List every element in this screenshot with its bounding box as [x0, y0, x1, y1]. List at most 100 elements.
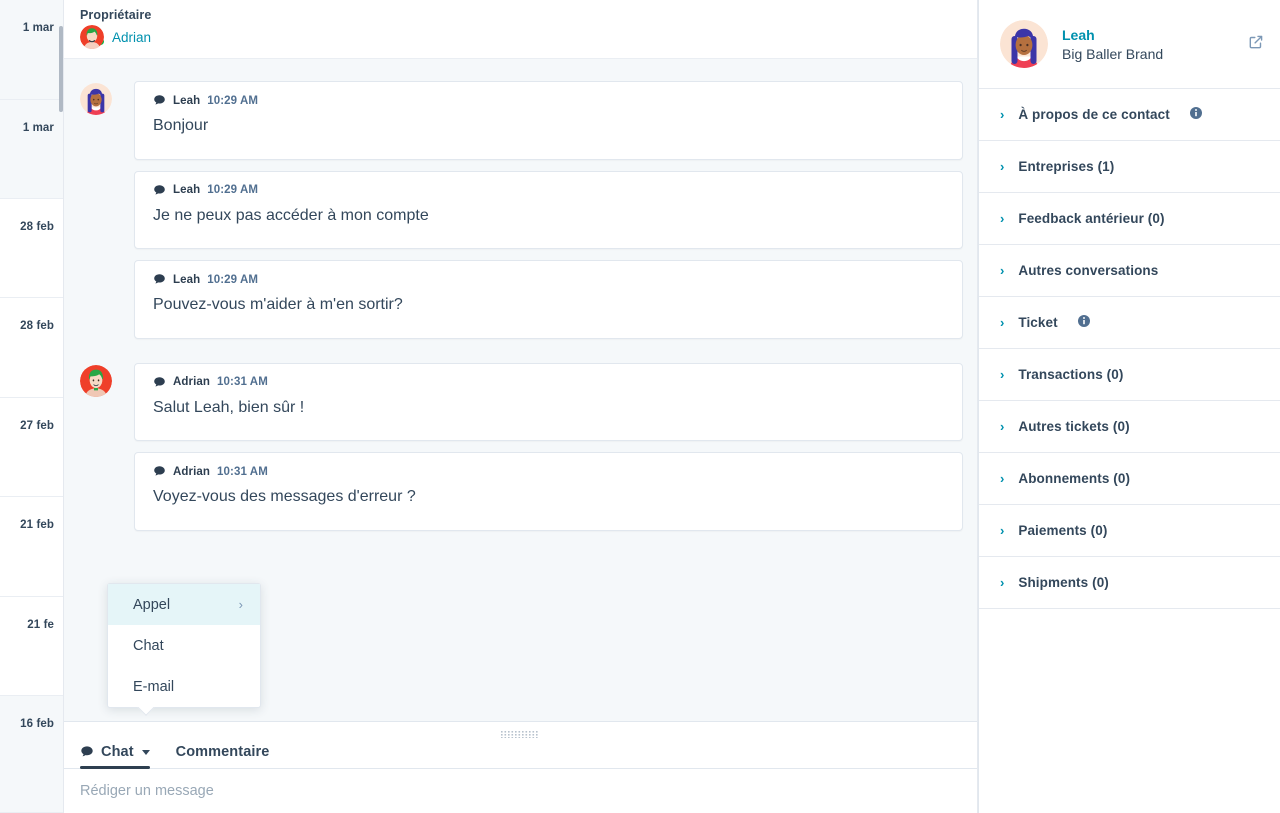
- avatar: [80, 83, 112, 115]
- chat-icon: [154, 466, 165, 476]
- contact-card: Leah Big Baller Brand: [979, 0, 1280, 89]
- menu-item-label: Appel: [133, 596, 171, 613]
- group-avatar[interactable]: [80, 364, 112, 397]
- menu-item-label: E-mail: [133, 678, 175, 695]
- sidebar-panel-label: À propos de ce contact: [1018, 107, 1170, 122]
- info-icon[interactable]: [1189, 106, 1202, 124]
- conversation-owner-header: Propriétaire Adrian: [64, 0, 977, 59]
- message-bubble[interactable]: Adrian 10:31 AM Salut Leah, bien sûr !: [134, 362, 963, 442]
- chevron-right-icon[interactable]: ›: [1000, 264, 1004, 277]
- sidebar-panel-label: Ticket: [1018, 315, 1058, 330]
- date-rail-row[interactable]: 21 feb: [0, 497, 63, 597]
- contact-sidebar: Leah Big Baller Brand › À propos de ce co…: [978, 0, 1280, 813]
- group-avatar[interactable]: [80, 83, 112, 115]
- message-text: Voyez-vous des messages d'erreur ?: [153, 488, 416, 506]
- menu-item-label: Chat: [133, 637, 164, 654]
- chevron-right-icon[interactable]: ›: [1000, 524, 1004, 537]
- message-meta: Leah 10:29 AM: [153, 184, 944, 197]
- chevron-down-icon[interactable]: [141, 749, 150, 755]
- chat-icon: [154, 184, 165, 194]
- date-rail-row[interactable]: 28 feb: [0, 298, 63, 398]
- chevron-right-icon[interactable]: ›: [1000, 108, 1004, 121]
- composer-resize-grip[interactable]: [500, 731, 541, 738]
- avatar: [1000, 20, 1048, 68]
- sidebar-panel-paiements-0[interactable]: › Paiements (0): [979, 505, 1280, 557]
- message-group: Adrian 10:31 AM Salut Leah, bien sûr ! Adri…: [64, 362, 977, 531]
- message-meta: Adrian 10:31 AM: [153, 376, 944, 389]
- chevron-right-icon[interactable]: ›: [1000, 316, 1004, 329]
- message-input[interactable]: Rédiger un message: [64, 769, 977, 799]
- date-rail-row[interactable]: 28 feb: [0, 199, 63, 298]
- message-bubbles: Adrian 10:31 AM Salut Leah, bien sûr ! Adri…: [134, 362, 963, 531]
- date-rail-row[interactable]: 1 mar: [0, 0, 63, 100]
- info-icon[interactable]: [1077, 314, 1090, 332]
- message-sender: Adrian: [173, 465, 211, 478]
- avatar: [80, 364, 112, 397]
- chevron-right-icon[interactable]: ›: [1000, 420, 1004, 433]
- menu-item-chat[interactable]: Chat: [108, 625, 260, 666]
- date-rail-row[interactable]: 27 feb: [0, 398, 63, 497]
- message-bubble[interactable]: Leah 10:29 AM Bonjour: [134, 81, 963, 160]
- message-bubble[interactable]: Leah 10:29 AM Je ne peux pas accéder à mon…: [134, 170, 963, 250]
- thread-list-scrollbar[interactable]: [59, 26, 63, 112]
- menu-item-appel[interactable]: Appel ›: [108, 584, 260, 625]
- chevron-right-icon[interactable]: ›: [1000, 368, 1004, 381]
- sidebar-panel-abonnements-0[interactable]: › Abonnements (0): [979, 453, 1280, 505]
- message-bubble[interactable]: Adrian 10:31 AM Voyez-vous des messages d'…: [134, 452, 963, 531]
- sidebar-panel-transactions-0[interactable]: › Transactions (0): [979, 349, 1280, 401]
- date-rail-row[interactable]: 1 mar: [0, 100, 63, 199]
- popup-tail: [136, 707, 156, 717]
- conversation-pane: Propriétaire Adrian Leah 10:29 AM Bonjour L…: [64, 0, 978, 813]
- message-sender: Leah: [173, 94, 201, 107]
- chat-icon: [154, 274, 165, 284]
- chevron-right-icon[interactable]: ›: [1000, 160, 1004, 173]
- message-group: Leah 10:29 AM Bonjour Leah 10:29 AM Je ne peu…: [64, 81, 977, 339]
- chevron-right-icon[interactable]: ›: [1000, 472, 1004, 485]
- message-time: 10:29 AM: [207, 184, 259, 197]
- composer-tab-commentaire[interactable]: Commentaire: [176, 744, 270, 768]
- sidebar-panel-label: Feedback antérieur (0): [1018, 211, 1165, 226]
- date-label: 27 feb: [20, 420, 54, 432]
- date-label: 1 mar: [22, 122, 54, 134]
- date-rail-row[interactable]: 21 fe: [0, 597, 63, 696]
- message-bubble[interactable]: Leah 10:29 AM Pouvez-vous m'aider à m'en s…: [134, 260, 963, 339]
- message-time: 10:29 AM: [207, 273, 259, 286]
- message-time: 10:31 AM: [217, 376, 268, 389]
- message-time: 10:29 AM: [207, 94, 259, 107]
- composer-tab-chat[interactable]: Chat: [80, 744, 150, 769]
- chevron-right-icon: ›: [238, 597, 243, 612]
- sidebar-panel-autres-conversations[interactable]: › Autres conversations: [979, 245, 1280, 297]
- sidebar-panel-label: Autres tickets (0): [1018, 419, 1130, 434]
- message-text: Je ne peux pas accéder à mon compte: [153, 206, 429, 224]
- sidebar-panel-entreprises-1[interactable]: › Entreprises (1): [979, 141, 1280, 193]
- date-label: 28 feb: [20, 320, 54, 332]
- sidebar-panel-label: Abonnements (0): [1018, 471, 1131, 486]
- sidebar-panel-label: Paiements (0): [1018, 523, 1108, 538]
- message-sender: Adrian: [173, 376, 211, 389]
- date-rail: 1 mar 1 mar 28 feb 28 feb 27 feb 21 feb 21 fe 1…: [0, 0, 64, 813]
- sidebar-panel-ticket[interactable]: › Ticket: [979, 297, 1280, 349]
- message-time: 10:31 AM: [217, 465, 268, 478]
- avatar: [80, 25, 104, 49]
- message-sender: Leah: [173, 184, 201, 197]
- date-label: 21 fe: [27, 619, 54, 631]
- contact-name-link[interactable]: Leah: [1062, 27, 1234, 43]
- date-rail-row[interactable]: 16 feb: [0, 696, 63, 813]
- chat-icon: [154, 95, 165, 105]
- message-composer: Chat Commentaire Rédiger un message: [64, 721, 977, 813]
- menu-item-e-mail[interactable]: E-mail: [108, 666, 260, 707]
- sidebar-panel-shipments-0[interactable]: › Shipments (0): [979, 557, 1280, 609]
- sidebar-panel-autres-tickets-0[interactable]: › Autres tickets (0): [979, 401, 1280, 453]
- owner-name-link[interactable]: Adrian: [112, 30, 151, 45]
- sidebar-panel-feedback-ant-rieur-0[interactable]: › Feedback antérieur (0): [979, 193, 1280, 245]
- chevron-right-icon[interactable]: ›: [1000, 212, 1004, 225]
- chevron-right-icon[interactable]: ›: [1000, 576, 1004, 589]
- channel-switcher-menu[interactable]: Appel › Chat E-mail: [107, 583, 261, 716]
- sidebar-panel-propos-de-ce-contact[interactable]: › À propos de ce contact: [979, 89, 1280, 141]
- conversation-inbox-app: 1 mar 1 mar 28 feb 28 feb 27 feb 21 feb 21 fe 1…: [0, 0, 1280, 813]
- leah-avatar-image: [1000, 20, 1048, 68]
- external-link-icon[interactable]: [1248, 34, 1264, 55]
- chat-icon: [81, 746, 93, 757]
- composer-tab-label: Chat: [101, 744, 134, 760]
- adrian-avatar-image: [80, 25, 104, 49]
